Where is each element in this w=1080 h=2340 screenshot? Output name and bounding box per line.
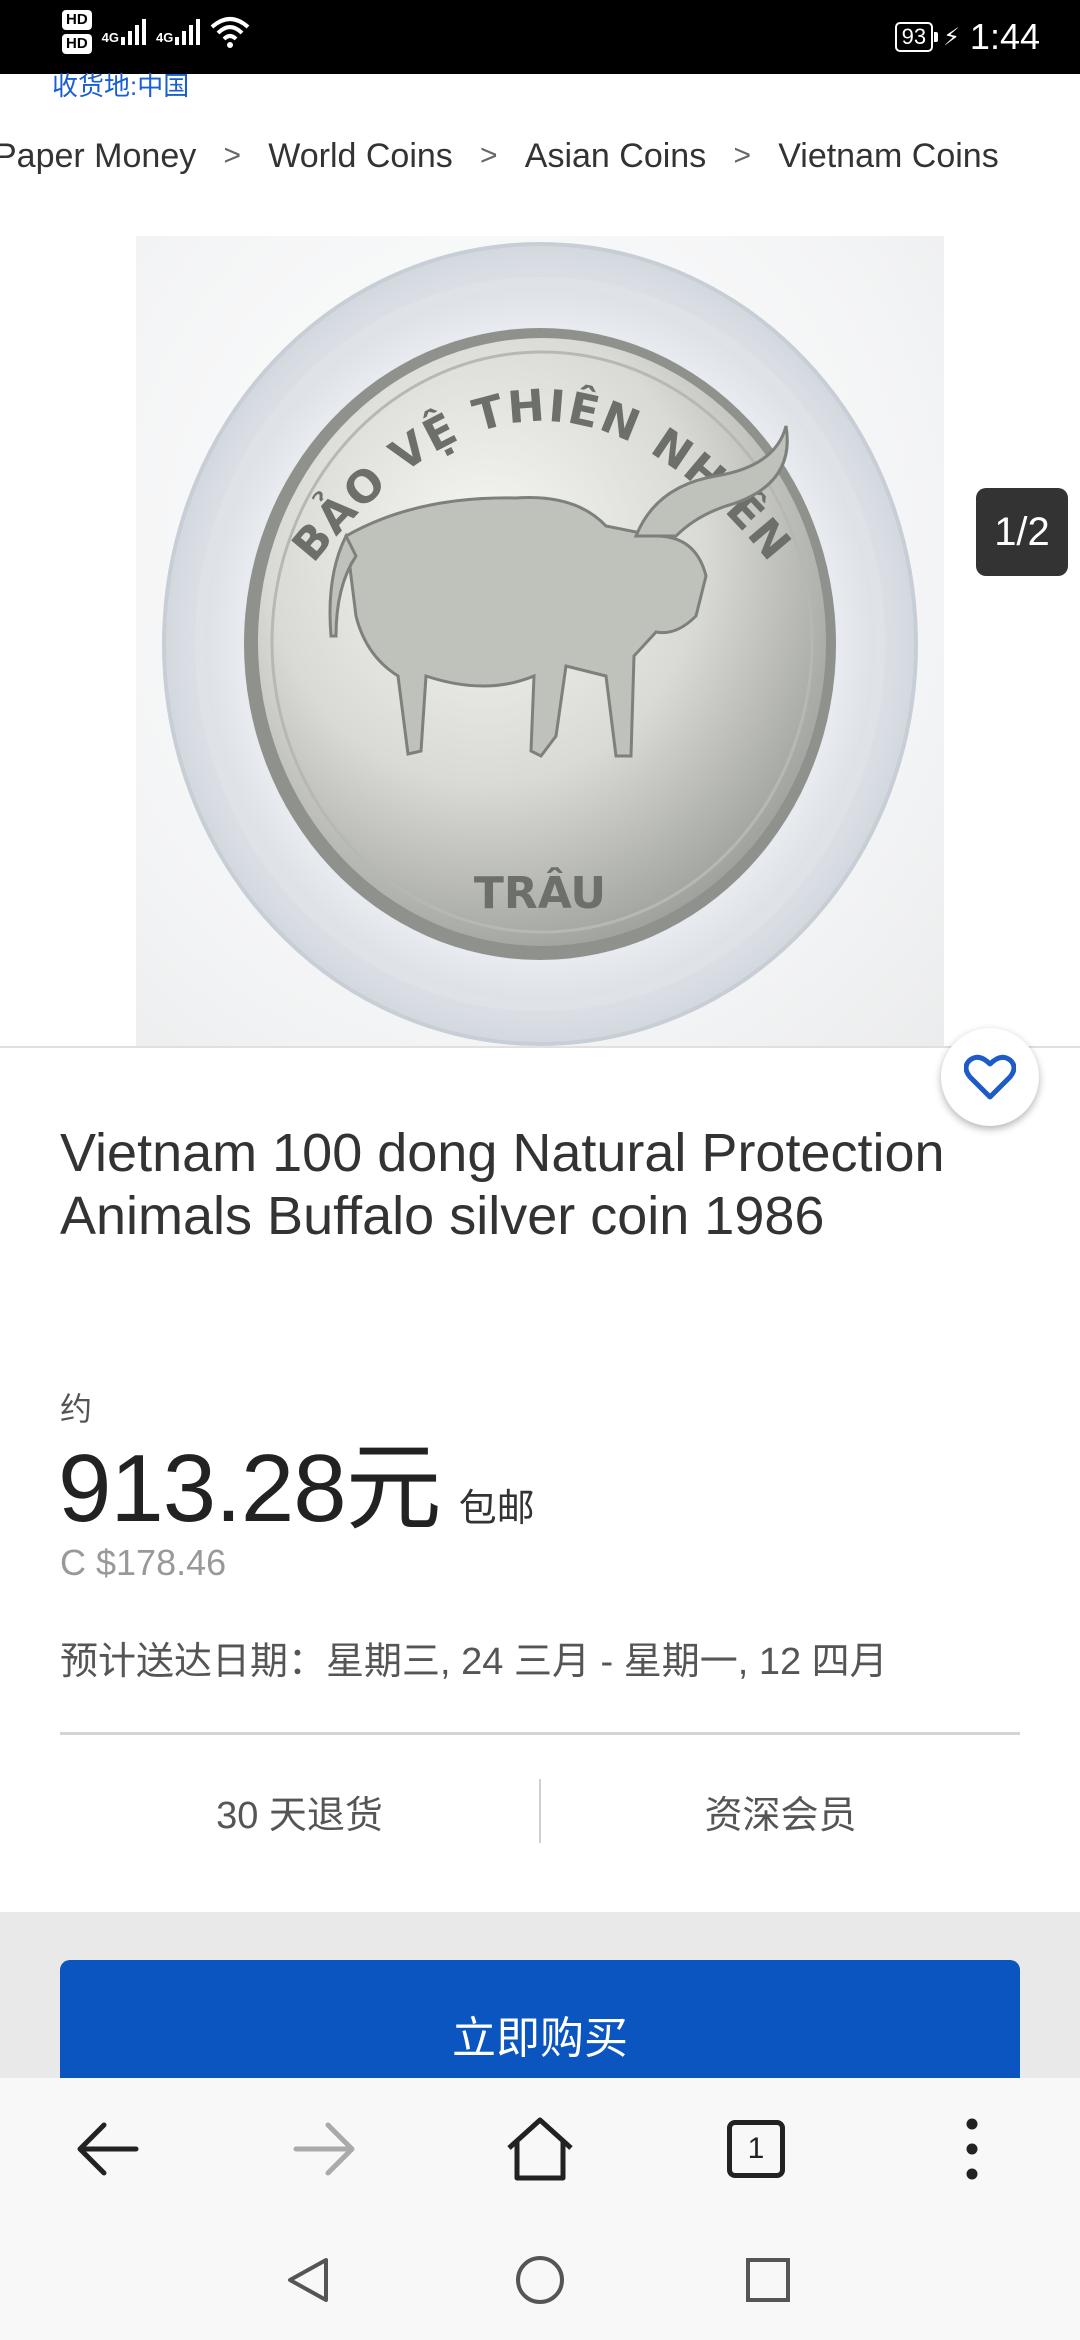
hd-badge-2: HD [62, 34, 92, 54]
system-recents-button[interactable] [718, 2220, 818, 2340]
status-right: 93 ⚡ 1:44 [894, 0, 1040, 74]
triangle-back-icon [288, 2258, 328, 2302]
breadcrumb-item-asian-coins[interactable]: Asian Coins [525, 137, 706, 176]
forward-button[interactable] [264, 2078, 384, 2220]
coin-legend-bottom: TRÂU [474, 866, 606, 919]
divider [60, 1732, 1020, 1735]
signal-icon-1: 4G [101, 19, 147, 45]
heart-icon [964, 1054, 1016, 1100]
chevron-right-icon: > [223, 139, 241, 172]
menu-button[interactable] [912, 2078, 1032, 2220]
chevron-right-icon: > [480, 139, 498, 172]
system-home-button[interactable] [490, 2220, 590, 2340]
price-row: 913.28元 包邮 [58, 1410, 535, 1549]
seller-status[interactable]: 资深会员 [541, 1784, 1020, 1839]
free-shipping-label: 包邮 [458, 1488, 535, 1530]
favorite-button[interactable] [941, 1028, 1039, 1126]
chevron-right-icon: > [733, 139, 751, 172]
breadcrumb-item-paper-money[interactable]: Paper Money [0, 137, 196, 176]
status-bar: HD HD 4G 4G 93 ⚡ 1:44 [0, 0, 1080, 74]
clock: 1:44 [969, 16, 1040, 57]
policy-row: 30 天退货 资深会员 [60, 1768, 1020, 1854]
price: 913.28元 [58, 1435, 442, 1542]
square-recents-icon [746, 2258, 790, 2302]
browser-toolbar: 1 [0, 2078, 1080, 2220]
status-left: HD HD 4G 4G [62, 10, 250, 54]
tabs-count: 1 [747, 2132, 765, 2165]
circle-home-icon [516, 2256, 564, 2304]
product-image-gallery[interactable]: BẢO VỆ THIÊN NHIÊN TRÂU 1/2 [0, 236, 1080, 1048]
coin-image: BẢO VỆ THIÊN NHIÊN TRÂU [162, 242, 918, 1046]
charging-icon: ⚡ [943, 23, 960, 51]
signal-icon-2: 4G [156, 19, 201, 45]
ship-to-link[interactable]: 收货地:中国 [52, 66, 189, 103]
system-navigation-bar [0, 2220, 1080, 2340]
network-type-1: 4G [101, 30, 120, 45]
wifi-icon [211, 17, 250, 48]
hd-badge-1: HD [62, 10, 92, 30]
image-counter: 1/2 [976, 488, 1068, 576]
breadcrumb-item-vietnam-coins[interactable]: Vietnam Coins [778, 137, 999, 176]
home-icon [507, 2117, 573, 2181]
battery-icon: 93 [894, 22, 939, 52]
original-currency-price: C $178.46 [60, 1542, 227, 1583]
arrow-left-icon [77, 2122, 139, 2176]
system-back-button[interactable] [258, 2220, 358, 2340]
back-button[interactable] [48, 2078, 168, 2220]
hd-indicators: HD HD [62, 10, 92, 54]
arrow-right-icon [293, 2122, 355, 2176]
returns-policy[interactable]: 30 天退货 [60, 1784, 539, 1839]
product-photo[interactable]: BẢO VỆ THIÊN NHIÊN TRÂU [136, 236, 944, 1046]
delivery-estimate: 预计送达日期：星期三, 24 三月 - 星期一, 12 四月 [60, 1641, 888, 1683]
tabs-button[interactable]: 1 [696, 2078, 816, 2220]
more-vertical-icon [966, 2118, 978, 2180]
home-button[interactable] [480, 2078, 600, 2220]
tabs-icon: 1 [727, 2120, 785, 2178]
product-title: Vietnam 100 dong Natural Protection Anim… [60, 1123, 945, 1246]
breadcrumb: Paper Money > World Coins > Asian Coins … [0, 128, 999, 184]
network-type-2: 4G [156, 30, 174, 45]
breadcrumb-item-world-coins[interactable]: World Coins [268, 137, 453, 176]
